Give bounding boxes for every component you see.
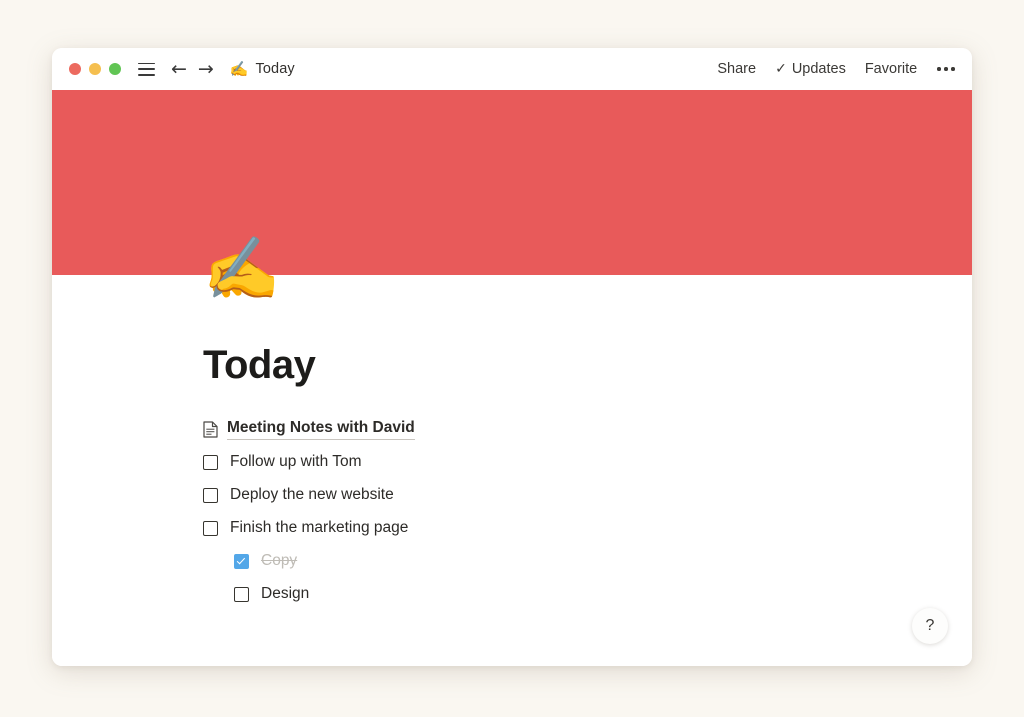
more-options-icon[interactable] <box>936 63 956 75</box>
back-arrow-icon[interactable]: ← <box>171 59 187 79</box>
todo-checkbox[interactable] <box>234 586 249 602</box>
breadcrumb-title[interactable]: Today <box>256 61 295 77</box>
todo-checkbox[interactable] <box>203 454 218 470</box>
page-cover-banner[interactable] <box>52 90 972 275</box>
navigation-arrows: ← → <box>171 59 214 79</box>
page-link-meeting-notes[interactable]: Meeting Notes with David <box>203 418 415 440</box>
help-button[interactable]: ? <box>912 608 948 644</box>
list-item: Follow up with Tom <box>203 448 972 476</box>
updates-label: Updates <box>791 61 846 77</box>
page-content: Today Meeting Notes with David Follow up… <box>52 275 972 608</box>
ellipsis-dot <box>937 67 941 71</box>
writing-hand-icon: ✍️ <box>229 59 249 78</box>
todo-checkbox[interactable] <box>234 553 249 569</box>
todo-label[interactable]: Follow up with Tom <box>230 452 362 472</box>
ellipsis-dot <box>944 67 948 71</box>
maximize-window-button[interactable] <box>109 63 121 75</box>
hamburger-bar <box>138 73 155 76</box>
todo-label[interactable]: Design <box>261 584 309 604</box>
share-button[interactable]: Share <box>717 61 756 77</box>
forward-arrow-icon[interactable]: → <box>198 59 214 79</box>
document-icon <box>203 420 218 438</box>
todo-checkbox[interactable] <box>203 520 218 536</box>
block-list: Meeting Notes with David Follow up with … <box>203 415 972 608</box>
todo-checkbox[interactable] <box>203 487 218 503</box>
list-item: Finish the marketing page <box>203 514 972 542</box>
todo-label[interactable]: Finish the marketing page <box>230 518 408 538</box>
question-mark-icon: ? <box>925 617 935 634</box>
favorite-button[interactable]: Favorite <box>865 61 917 77</box>
ellipsis-dot <box>951 67 955 71</box>
close-window-button[interactable] <box>69 63 81 75</box>
minimize-window-button[interactable] <box>89 63 101 75</box>
breadcrumb[interactable]: ✍️ Today <box>230 61 295 77</box>
hamburger-bar <box>138 68 155 70</box>
check-icon: ✓ <box>775 61 787 77</box>
desktop-background: ← → ✍️ Today Share ✓ Updates Favorite ✍️… <box>0 0 1024 717</box>
list-item: Copy <box>203 547 972 575</box>
titlebar-actions: Share ✓ Updates Favorite <box>717 61 956 77</box>
todo-label[interactable]: Deploy the new website <box>230 485 394 505</box>
sidebar-toggle-icon[interactable] <box>138 62 155 76</box>
todo-label[interactable]: Copy <box>261 551 297 571</box>
list-item: Deploy the new website <box>203 481 972 509</box>
app-window: ← → ✍️ Today Share ✓ Updates Favorite ✍️… <box>52 48 972 666</box>
traffic-light-group <box>69 63 121 75</box>
hamburger-bar <box>138 62 155 65</box>
page-title[interactable]: Today <box>203 343 972 387</box>
list-item: Meeting Notes with David <box>203 415 972 443</box>
window-titlebar: ← → ✍️ Today Share ✓ Updates Favorite <box>52 48 972 90</box>
list-item: Design <box>203 580 972 608</box>
page-body: ✍️ Today Meeting Notes with David Follow… <box>52 238 972 666</box>
page-writing-hand-icon[interactable]: ✍️ <box>203 238 280 300</box>
updates-button[interactable]: ✓ Updates <box>775 61 846 77</box>
page-link-label[interactable]: Meeting Notes with David <box>227 418 415 440</box>
